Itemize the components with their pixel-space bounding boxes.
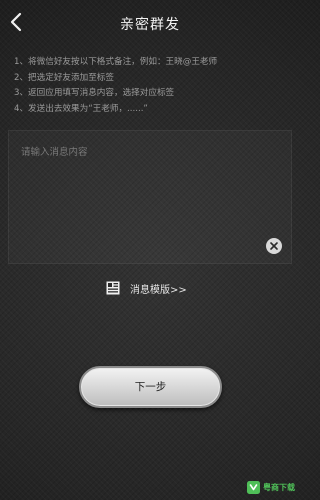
message-input[interactable] xyxy=(9,131,291,263)
logo-icon xyxy=(247,481,260,494)
clear-button[interactable] xyxy=(266,238,282,254)
watermark-text: 粤商下载 xyxy=(263,483,295,492)
instruction-step-4: 4、发送出去效果为“王老师，......” xyxy=(14,103,148,114)
template-icon xyxy=(106,281,120,295)
instruction-step-2: 2、把选定好友添加至标签 xyxy=(14,72,114,83)
message-box xyxy=(8,130,292,264)
template-link-label: 消息模版>> xyxy=(130,284,187,296)
clear-icon xyxy=(270,242,278,250)
next-button[interactable]: 下一步 xyxy=(79,366,222,408)
watermark: 粤商下载 xyxy=(247,481,295,494)
instruction-step-3: 3、返回应用填写消息内容，选择对应标签 xyxy=(14,88,175,98)
instruction-list: 1、将微信好友按以下格式备注，例如：王晓@王老师 2、把选定好友添加至标签 3、… xyxy=(14,55,294,117)
template-link[interactable]: 消息模版>> xyxy=(106,279,187,297)
nav-bar: 亲密群发 xyxy=(0,0,300,44)
instruction-step-1: 1、将微信好友按以下格式备注，例如：王晓@王老师 xyxy=(14,57,218,67)
page-title: 亲密群发 xyxy=(120,17,180,33)
